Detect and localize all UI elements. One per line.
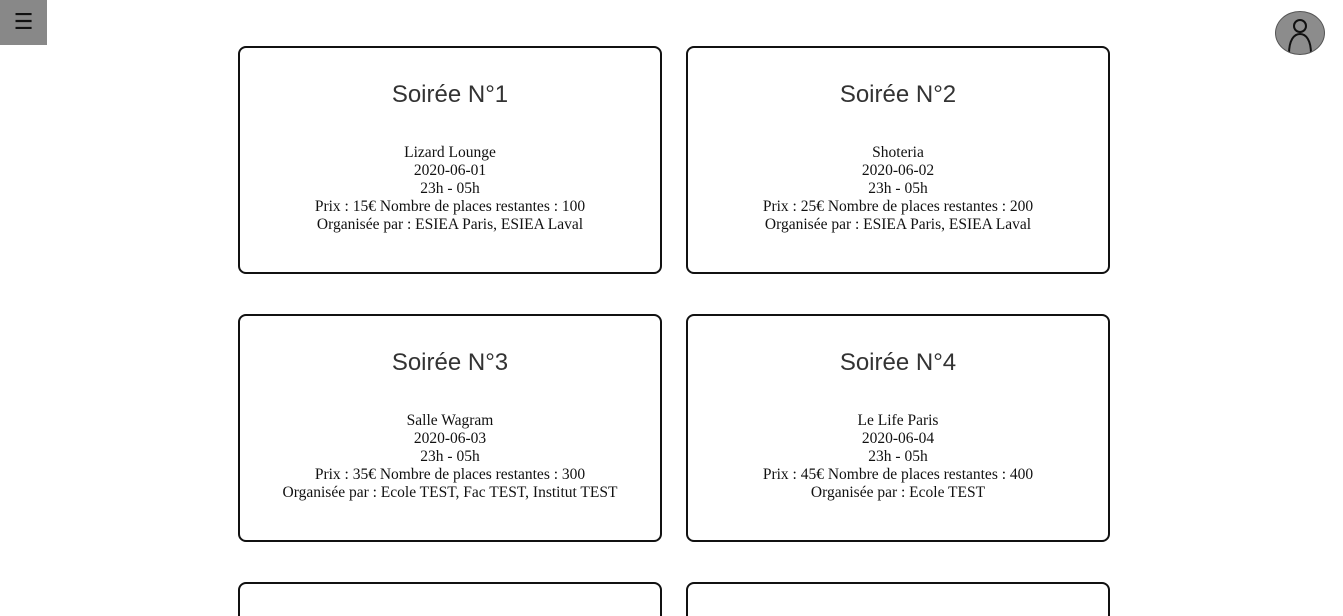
event-price-places: Prix : 15€ Nombre de places restantes : … <box>314 198 586 215</box>
menu-button[interactable]: ☰ <box>0 0 47 45</box>
event-details: Lizard Lounge 2020-06-01 23h - 05h Prix … <box>240 144 660 234</box>
event-venue: Shoteria <box>872 144 924 161</box>
event-card[interactable] <box>238 582 662 616</box>
user-icon <box>1288 19 1312 54</box>
event-organizers: Organisée par : Ecole TEST, Fac TEST, In… <box>282 484 618 501</box>
event-details: Shoteria 2020-06-02 23h - 05h Prix : 25€… <box>688 144 1108 234</box>
event-organizers: Organisée par : ESIEA Paris, ESIEA Laval <box>316 216 584 233</box>
event-title: Soirée N°1 <box>391 81 509 108</box>
event-card[interactable]: Soirée N°3 Salle Wagram 2020-06-03 23h -… <box>238 314 662 542</box>
event-organizers: Organisée par : ESIEA Paris, ESIEA Laval <box>764 216 1032 233</box>
event-price-places: Prix : 45€ Nombre de places restantes : … <box>762 466 1034 483</box>
hamburger-menu-icon: ☰ <box>13 10 34 35</box>
event-hours: 23h - 05h <box>420 448 480 465</box>
event-price-places: Prix : 25€ Nombre de places restantes : … <box>762 198 1034 215</box>
event-organizers: Organisée par : Ecole TEST <box>810 484 986 501</box>
event-title: Soirée N°4 <box>839 349 957 376</box>
event-title <box>240 584 660 616</box>
event-hours: 23h - 05h <box>868 448 928 465</box>
event-date: 2020-06-01 <box>413 162 487 179</box>
event-title: Soirée N°2 <box>839 81 957 108</box>
event-venue: Salle Wagram <box>406 412 494 429</box>
event-date: 2020-06-04 <box>861 430 935 447</box>
event-price-places: Prix : 35€ Nombre de places restantes : … <box>314 466 586 483</box>
event-title: Soirée N°3 <box>391 349 509 376</box>
event-card[interactable]: Soirée N°1 Lizard Lounge 2020-06-01 23h … <box>238 46 662 274</box>
event-card[interactable]: Soirée N°4 Le Life Paris 2020-06-04 23h … <box>686 314 1110 542</box>
user-avatar-button[interactable] <box>1275 11 1325 55</box>
event-hours: 23h - 05h <box>420 180 480 197</box>
event-date: 2020-06-03 <box>413 430 487 447</box>
event-venue: Le Life Paris <box>857 412 939 429</box>
event-hours: 23h - 05h <box>868 180 928 197</box>
event-details: Le Life Paris 2020-06-04 23h - 05h Prix … <box>688 412 1108 502</box>
event-card[interactable] <box>686 582 1110 616</box>
event-details: Salle Wagram 2020-06-03 23h - 05h Prix :… <box>240 412 660 502</box>
event-title <box>688 584 1108 616</box>
event-date: 2020-06-02 <box>861 162 935 179</box>
event-card[interactable]: Soirée N°2 Shoteria 2020-06-02 23h - 05h… <box>686 46 1110 274</box>
event-venue: Lizard Lounge <box>404 144 496 161</box>
